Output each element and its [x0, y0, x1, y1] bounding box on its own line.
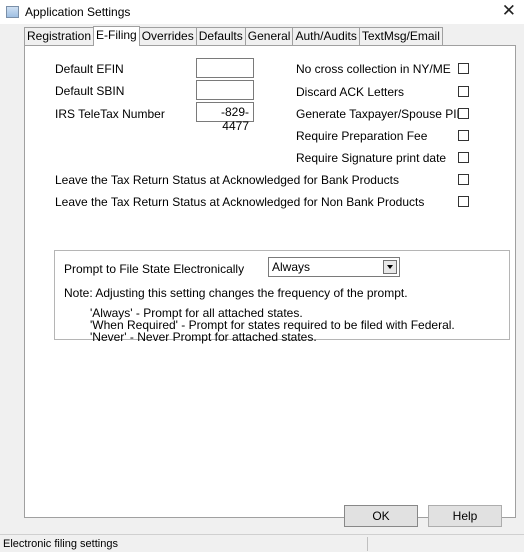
- option-label-generate-pin: Generate Taxpayer/Spouse PIN: [296, 107, 466, 121]
- tab-strip: Registration E-Filing Overrides Defaults…: [24, 26, 443, 46]
- checkbox-discard-ack[interactable]: [458, 86, 469, 97]
- default-sbin-label: Default SBIN: [55, 84, 125, 98]
- tab-textmsg-email[interactable]: TextMsg/Email: [358, 27, 443, 46]
- tab-registration[interactable]: Registration: [24, 27, 95, 46]
- irs-teletax-field[interactable]: -829-4477: [196, 102, 254, 133]
- tab-defaults[interactable]: Defaults: [195, 27, 246, 46]
- window-title: Application Settings: [25, 5, 131, 19]
- checkbox-require-prep-fee[interactable]: [458, 130, 469, 141]
- option-label-require-prep-fee: Require Preparation Fee: [296, 129, 428, 143]
- status-bar: Electronic filing settings: [0, 534, 524, 552]
- option-label-require-sig-date: Require Signature print date: [296, 151, 447, 165]
- ok-button[interactable]: OK: [344, 505, 418, 527]
- default-sbin-field[interactable]: [196, 80, 254, 100]
- prompt-explanation-never: 'Never' - Never Prompt for attached stat…: [90, 330, 317, 344]
- checkbox-cross-collection[interactable]: [458, 63, 469, 74]
- tab-e-filing[interactable]: E-Filing: [93, 26, 140, 46]
- status-divider: [367, 537, 368, 551]
- prompt-frequency-value: Always: [272, 260, 311, 274]
- chevron-down-icon[interactable]: [383, 260, 397, 274]
- prompt-state-label: Prompt to File State Electronically: [64, 262, 245, 276]
- app-window-icon: [6, 6, 19, 18]
- close-icon[interactable]: ✕: [502, 1, 516, 21]
- checkbox-status-bank-products[interactable]: [458, 174, 469, 185]
- help-button[interactable]: Help: [428, 505, 502, 527]
- prompt-frequency-dropdown[interactable]: Always: [268, 257, 400, 277]
- option-label-discard-ack: Discard ACK Letters: [296, 85, 405, 99]
- checkbox-generate-pin[interactable]: [458, 108, 469, 119]
- tab-auth-audits[interactable]: Auth/Audits: [292, 27, 360, 46]
- checkbox-require-sig-date[interactable]: [458, 152, 469, 163]
- status-label-non-bank-products: Leave the Tax Return Status at Acknowled…: [55, 195, 425, 209]
- tab-overrides[interactable]: Overrides: [138, 27, 197, 46]
- option-label-cross-collection: No cross collection in NY/ME: [296, 62, 451, 76]
- status-text: Electronic filing settings: [3, 538, 118, 550]
- title-bar: Application Settings ✕: [0, 0, 524, 24]
- default-efin-field[interactable]: [196, 58, 254, 78]
- checkbox-status-non-bank-products[interactable]: [458, 196, 469, 207]
- default-efin-label: Default EFIN: [55, 62, 124, 76]
- status-label-bank-products: Leave the Tax Return Status at Acknowled…: [55, 173, 399, 187]
- prompt-note: Note: Adjusting this setting changes the…: [64, 286, 408, 300]
- tab-general[interactable]: General: [244, 27, 294, 46]
- irs-teletax-label: IRS TeleTax Number: [55, 107, 165, 121]
